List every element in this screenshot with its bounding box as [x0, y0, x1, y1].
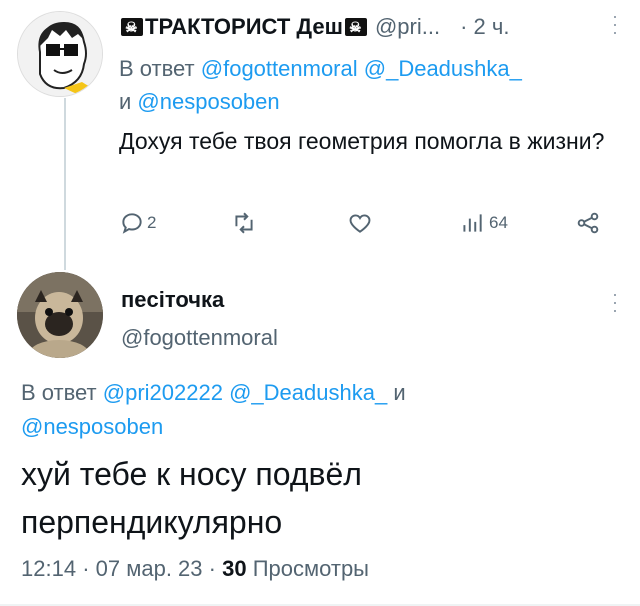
- tweet-time[interactable]: 12:14: [21, 556, 76, 581]
- mention-link[interactable]: @fogottenmoral: [201, 56, 358, 81]
- timestamp-row[interactable]: · 2 ч.: [460, 14, 509, 40]
- separator: ·: [82, 556, 90, 581]
- tweet-header: ТРАКТОРИСТ Деш @pri... · 2 ч.: [119, 14, 624, 40]
- mention-link[interactable]: @_Deadushka_: [229, 380, 387, 405]
- thread-line: [64, 98, 66, 270]
- avatar[interactable]: [17, 11, 103, 97]
- display-name-text[interactable]: ТРАКТОРИСТ Деш: [145, 14, 343, 40]
- separator: ·: [460, 14, 468, 39]
- like-button[interactable]: [347, 210, 373, 236]
- pirate-flag-icon: [344, 18, 367, 36]
- more-options-icon[interactable]: · · ·: [612, 7, 618, 41]
- views-chart-icon: [463, 214, 482, 232]
- tweet-date[interactable]: 07 мар. 23: [96, 556, 203, 581]
- share-icon: [577, 212, 599, 234]
- avatar[interactable]: [17, 272, 103, 358]
- dog-photo-icon: [17, 272, 103, 358]
- separator: ·: [208, 556, 216, 581]
- pirate-flag-icon: [121, 18, 143, 36]
- mention-link[interactable]: @nesposoben: [21, 414, 163, 439]
- more-options-icon[interactable]: · · ·: [612, 285, 618, 319]
- reply-prefix: В ответ: [21, 380, 97, 405]
- mention-link[interactable]: @pri202222: [103, 380, 223, 405]
- views-button[interactable]: 64: [459, 210, 508, 236]
- reply-context: В ответ @pri202222 @_Deadushka_ и @nespo…: [21, 376, 621, 444]
- tweet-actions: 2 64: [119, 210, 609, 244]
- tweet-meta: 12:14 · 07 мар. 23 · 30 Просмотры: [21, 556, 369, 582]
- user-handle[interactable]: @pri...: [375, 14, 440, 40]
- reply-prefix: В ответ: [119, 56, 195, 81]
- tweet-text: хуй тебе к носу подвёл перпендикулярно: [21, 456, 362, 540]
- reply-count: 2: [147, 213, 157, 232]
- views-label[interactable]: Просмотры: [253, 556, 369, 581]
- retweet-icon: [235, 212, 253, 234]
- reply-button[interactable]: 2: [119, 210, 156, 236]
- reply-context: В ответ @fogottenmoral @_Deadushka_ и @n…: [119, 52, 619, 118]
- avatar-face-icon: [18, 12, 102, 96]
- mention-link[interactable]: @_Deadushka_: [364, 56, 522, 81]
- views-count: 64: [489, 213, 508, 232]
- heart-icon: [349, 214, 371, 233]
- mention-link[interactable]: @nesposoben: [137, 89, 279, 114]
- share-button[interactable]: [575, 210, 601, 236]
- user-handle[interactable]: @fogottenmoral: [121, 325, 278, 351]
- reply-conjunction: и: [393, 380, 406, 405]
- views-count: 30: [222, 556, 247, 581]
- reply-conjunction: и: [119, 89, 132, 114]
- reply-icon: [122, 213, 142, 234]
- display-name[interactable]: пеciточка: [121, 287, 224, 313]
- tweet-time[interactable]: 2 ч.: [474, 14, 510, 39]
- display-name[interactable]: ТРАКТОРИСТ Деш: [119, 14, 369, 40]
- tweet-text: Дохуя тебе твоя геометрия помогла в жизн…: [119, 128, 605, 154]
- retweet-button[interactable]: [231, 210, 257, 236]
